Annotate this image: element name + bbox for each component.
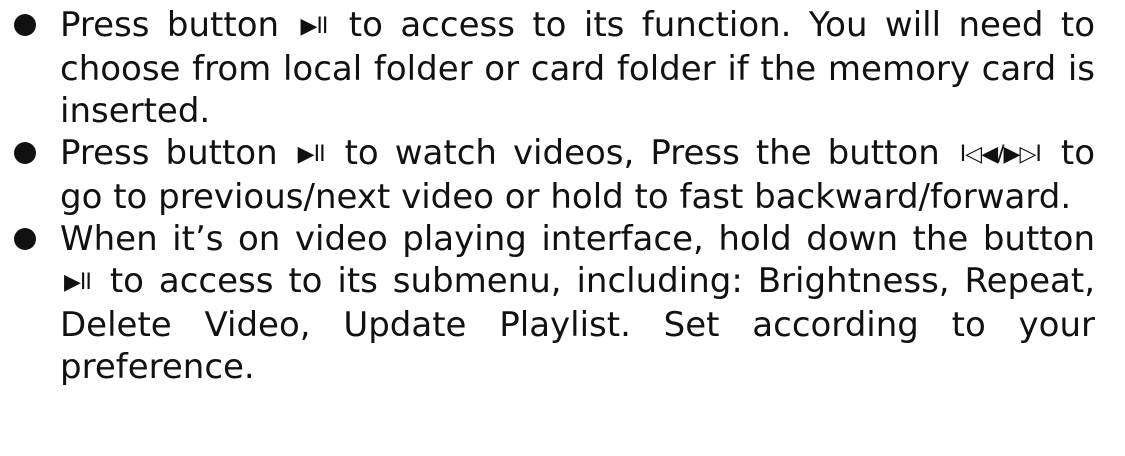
- play-pause-icon: ▶II: [300, 14, 328, 39]
- instruction-list: Press button ▶II to access to its functi…: [0, 4, 1125, 388]
- list-item: Press button ▶II to watch videos, Press …: [0, 132, 1125, 218]
- prev-next-icon: I◁◀/▶▷I: [959, 142, 1042, 167]
- bullet-icon: [14, 228, 36, 250]
- item-text: Press button: [60, 133, 278, 173]
- play-pause-icon: ▶II: [297, 142, 326, 167]
- list-item: When it’s on video playing interface, ho…: [0, 218, 1125, 388]
- bullet-icon: [14, 14, 36, 36]
- item-text: When it’s on video playing interface, ho…: [60, 219, 1095, 259]
- item-text: Press button: [60, 5, 280, 45]
- bullet-icon: [14, 142, 36, 164]
- list-item: Press button ▶II to access to its functi…: [0, 4, 1125, 132]
- item-text: to watch videos, Press the button: [344, 133, 940, 173]
- item-text: to access to its submenu, including: Bri…: [60, 261, 1096, 387]
- play-pause-icon: ▶II: [64, 270, 92, 295]
